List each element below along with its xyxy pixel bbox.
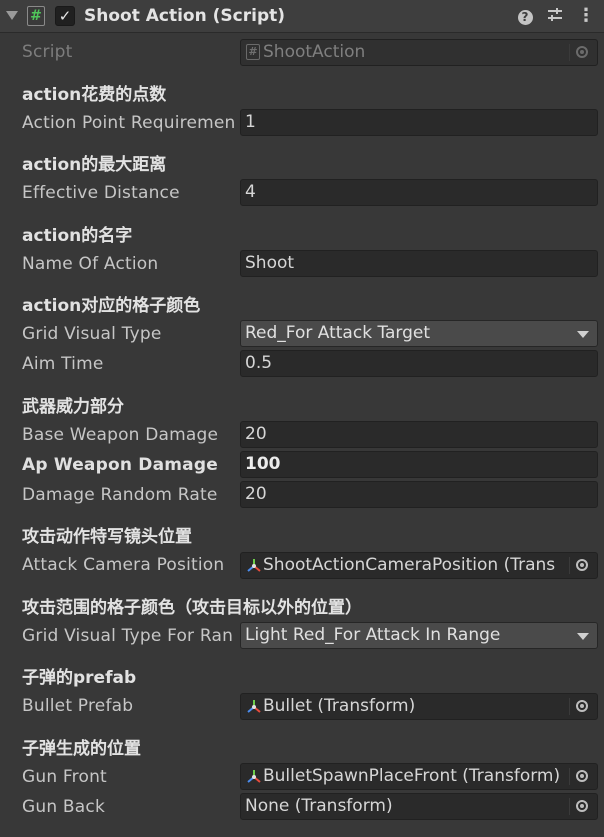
- field-value: ShootActionCameraPosition (Trans: [263, 555, 556, 575]
- field-value: 4: [245, 182, 256, 202]
- component-header: # ✓ Shoot Action (Script) ? ⋮: [0, 0, 604, 33]
- field-value: 20: [245, 424, 267, 444]
- field-label: Damage Random Rate: [22, 485, 218, 505]
- section-header: 攻击范围的格子颜色（攻击目标以外的位置）: [22, 598, 362, 618]
- field-value: None (Transform): [245, 796, 393, 816]
- section-header: 子弹的prefab: [22, 668, 137, 688]
- section-header: 子弹生成的位置: [22, 739, 141, 759]
- section-header: action对应的格子颜色: [22, 296, 201, 316]
- gun-back-field[interactable]: None (Transform): [240, 793, 598, 820]
- script-hash-icon: #: [246, 44, 260, 60]
- field-label: Grid Visual Type: [22, 324, 162, 344]
- field-label: Action Point Requiremen: [22, 113, 236, 133]
- bullet-prefab-field[interactable]: Bullet (Transform): [240, 693, 598, 720]
- transform-icon: [245, 694, 263, 719]
- object-picker-icon[interactable]: [569, 798, 594, 815]
- section-header: action花费的点数: [22, 85, 167, 105]
- transform-icon: [245, 764, 263, 789]
- field-value: 0.5: [245, 353, 273, 373]
- field-value: Shoot: [245, 253, 295, 273]
- dropdown-arrow-icon: [577, 331, 589, 338]
- field-label: Bullet Prefab: [22, 696, 134, 716]
- object-picker-icon[interactable]: [569, 698, 594, 715]
- dropdown-value: Red_For Attack Target: [245, 323, 431, 343]
- section-header: action的名字: [22, 226, 133, 246]
- gun-front-field[interactable]: BulletSpawnPlaceFront (Transform): [240, 763, 598, 790]
- script-icon: #: [27, 6, 45, 26]
- field-value: 1: [245, 112, 256, 132]
- preset-icon[interactable]: [545, 6, 565, 26]
- component-enabled-checkbox[interactable]: ✓: [55, 6, 75, 26]
- base-weapon-damage-input[interactable]: 20: [240, 421, 598, 448]
- section-header: 武器威力部分: [22, 397, 124, 417]
- field-label: Gun Front: [22, 767, 107, 787]
- object-picker-icon[interactable]: [569, 44, 594, 61]
- field-label: Grid Visual Type For Ran: [22, 626, 234, 646]
- dropdown-arrow-icon: [577, 633, 589, 640]
- field-value: BulletSpawnPlaceFront (Transform): [263, 766, 561, 786]
- name-of-action-input[interactable]: Shoot: [240, 250, 598, 277]
- field-label: Ap Weapon Damage: [22, 455, 218, 475]
- section-header: action的最大距离: [22, 155, 167, 175]
- component-title[interactable]: Shoot Action (Script): [84, 6, 285, 26]
- section-header: 攻击动作特写镜头位置: [22, 527, 192, 547]
- field-label: Effective Distance: [22, 183, 180, 203]
- action-point-input[interactable]: 1: [240, 109, 598, 136]
- script-label: Script: [22, 42, 73, 62]
- help-icon[interactable]: ?: [516, 6, 534, 26]
- attack-camera-position-field[interactable]: ShootActionCameraPosition (Trans: [240, 552, 598, 579]
- field-label: Base Weapon Damage: [22, 425, 219, 445]
- aim-time-input[interactable]: 0.5: [240, 350, 598, 377]
- field-value: 100: [245, 454, 281, 474]
- object-picker-icon[interactable]: [569, 557, 594, 574]
- menu-icon[interactable]: ⋮: [577, 6, 595, 26]
- effective-distance-input[interactable]: 4: [240, 179, 598, 206]
- field-label: Attack Camera Position: [22, 555, 225, 575]
- transform-icon: [245, 553, 263, 578]
- field-value: Bullet (Transform): [263, 696, 416, 716]
- grid-visual-type-dropdown[interactable]: Red_For Attack Target: [240, 320, 598, 347]
- field-label: Gun Back: [22, 797, 105, 817]
- dropdown-value: Light Red_For Attack In Range: [245, 625, 501, 645]
- object-picker-icon[interactable]: [569, 768, 594, 785]
- field-label: Aim Time: [22, 354, 104, 374]
- grid-visual-type-range-dropdown[interactable]: Light Red_For Attack In Range: [240, 622, 598, 649]
- script-field[interactable]: # ShootAction: [240, 39, 598, 66]
- foldout-arrow-icon[interactable]: [6, 11, 18, 20]
- script-value: ShootAction: [263, 42, 366, 62]
- ap-weapon-damage-input[interactable]: 100: [240, 451, 598, 478]
- field-value: 20: [245, 484, 267, 504]
- damage-random-rate-input[interactable]: 20: [240, 481, 598, 508]
- field-label: Name Of Action: [22, 254, 159, 274]
